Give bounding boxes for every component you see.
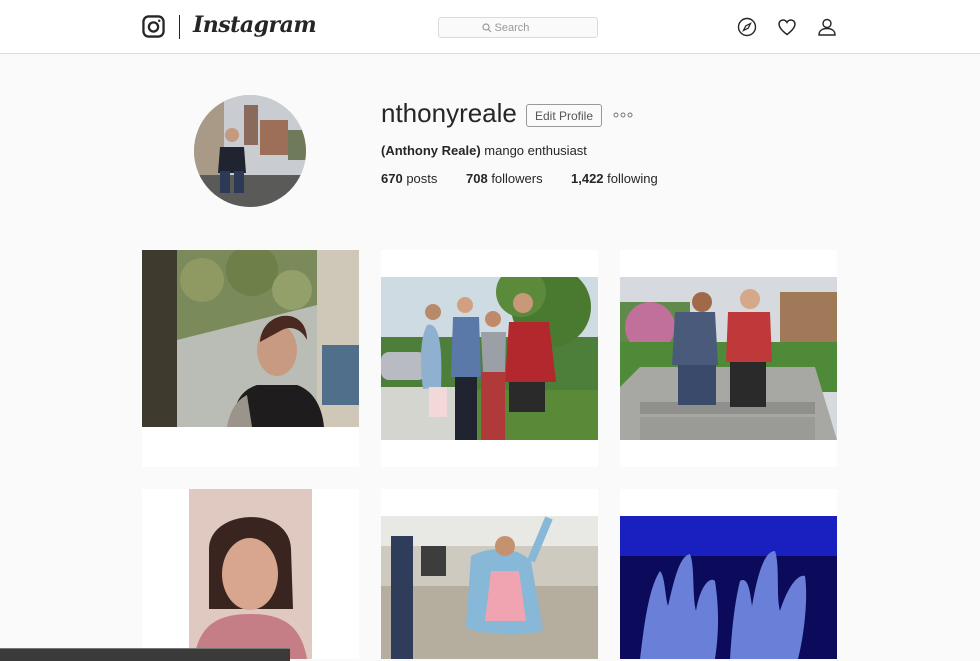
post-tile-woman-in-subway-station[interactable] [381,489,598,659]
followers-stat[interactable]: 708 followers [466,171,543,186]
following-label: following [603,171,658,186]
post-tile-two-friends-on-steps[interactable] [620,250,837,467]
search-input[interactable] [494,21,555,34]
instagram-wordmark[interactable]: Instagram [193,12,317,38]
instagram-glyph-icon[interactable] [142,15,165,38]
edit-profile-button[interactable]: Edit Profile [526,104,602,127]
profile-bio: (Anthony Reale) mango enthusiast [381,143,587,158]
search-icon [481,22,491,32]
profile-icon[interactable] [816,16,838,38]
post-tile-hands-under-blue-light[interactable] [620,489,837,659]
following-count: 1,422 [571,171,604,186]
following-stat[interactable]: 1,422 following [571,171,658,186]
followers-count: 708 [466,171,488,186]
explore-compass-icon[interactable] [736,16,758,38]
search-box[interactable] [438,17,598,38]
logo-divider [179,15,180,39]
post-tile-woman-on-train[interactable] [142,250,359,467]
post-tile-smiling-woman-portrait[interactable] [142,489,359,659]
posts-stat: 670 posts [381,171,437,186]
profile-full-name: (Anthony Reale) [381,143,481,158]
followers-label: followers [487,171,543,186]
post-tile-group-of-four-friends[interactable] [381,250,598,467]
posts-count: 670 [381,171,403,186]
profile-username: nthonyreale [381,98,517,128]
posts-label: posts [402,171,438,186]
profile-bio-text: mango enthusiast [480,143,587,158]
more-options-icon[interactable] [612,109,634,121]
bottom-status-bar [0,648,290,661]
heart-icon[interactable] [776,16,798,38]
top-navigation-bar: Instagram [0,0,980,54]
profile-avatar[interactable] [194,95,306,207]
